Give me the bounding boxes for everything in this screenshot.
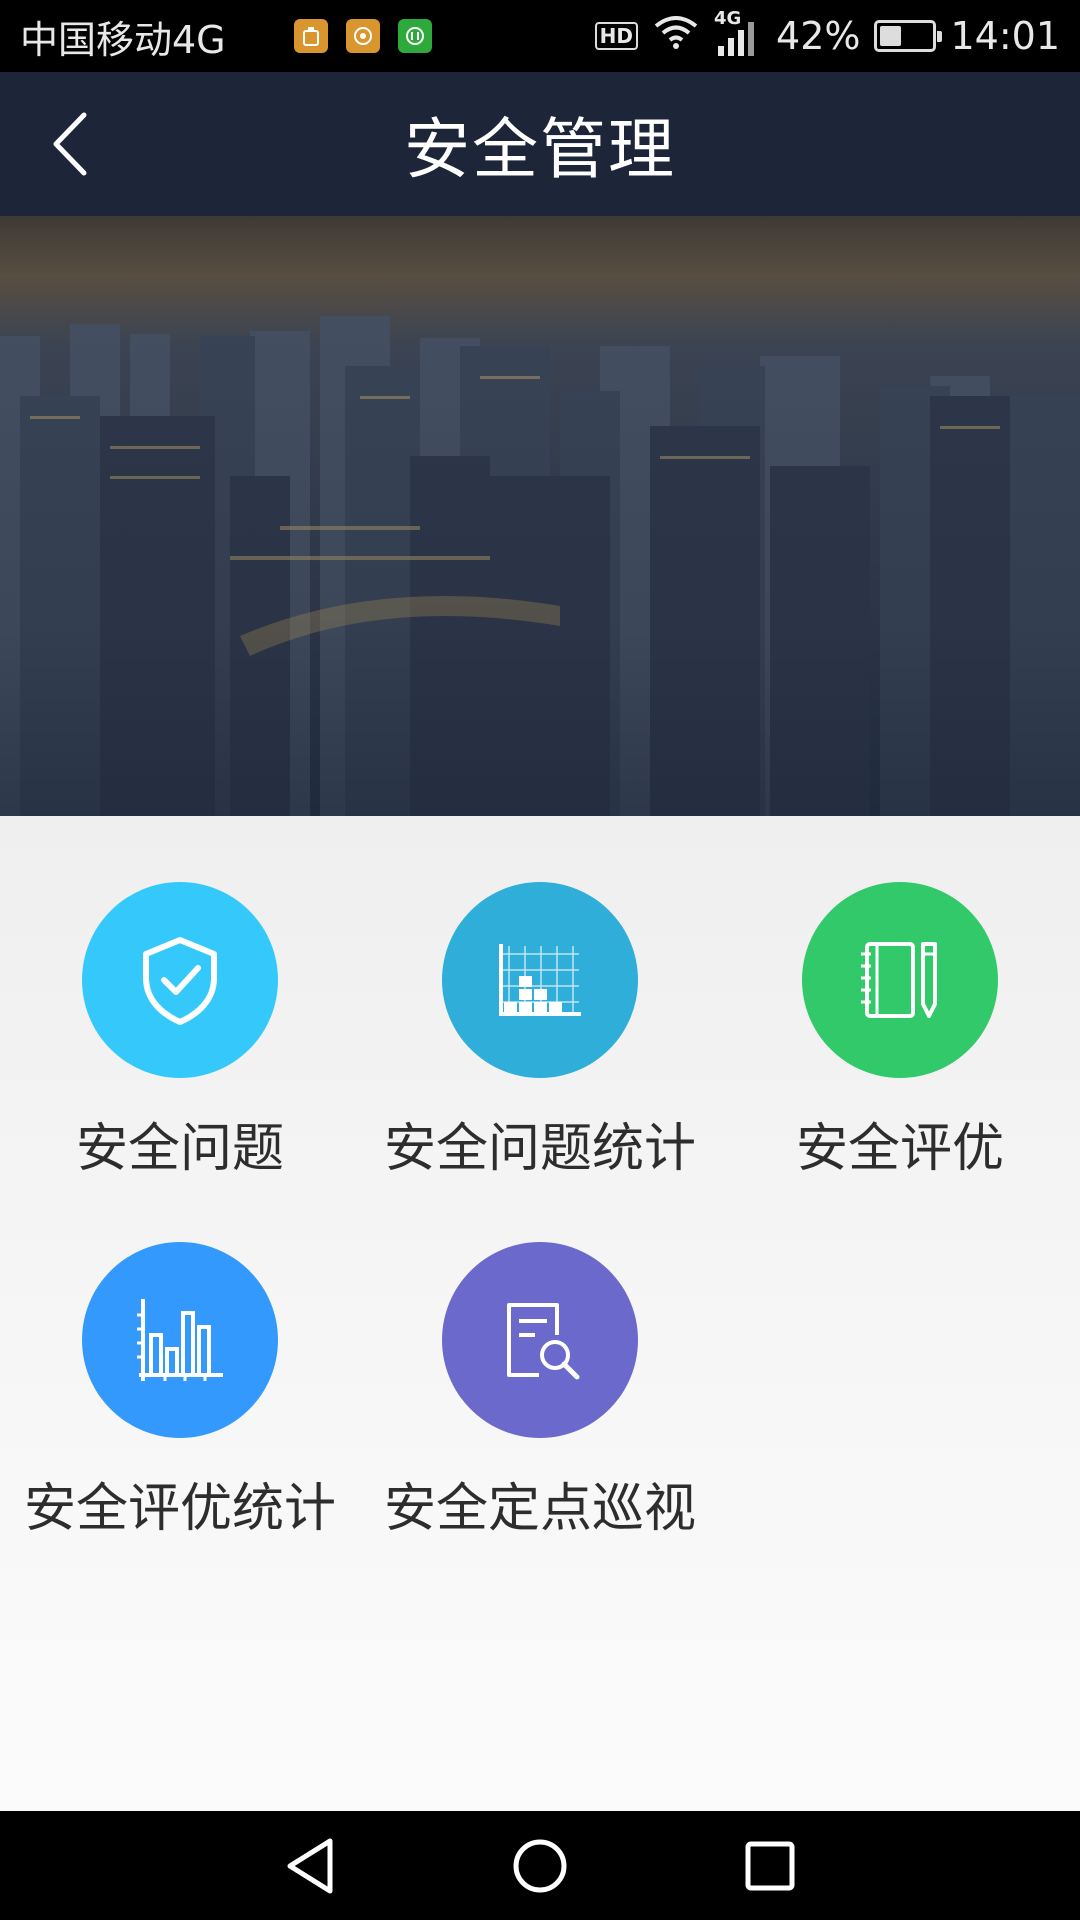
status-indicators: HD 4G 42% 14:01	[594, 8, 1060, 59]
menu-item-safety-issue-stats[interactable]: 安全问题统计	[360, 816, 720, 1179]
notebook-pen-icon	[861, 942, 937, 1018]
notification-app-icon	[345, 19, 380, 53]
menu-item-safety-patrol[interactable]: 安全定点巡视	[360, 1176, 720, 1539]
wifi-icon	[652, 14, 700, 59]
circle-home-icon	[513, 1839, 567, 1892]
signal-icon: 4G	[714, 8, 762, 58]
back-arrow-icon	[53, 112, 87, 176]
safety-evaluation-stats-icon-circle	[82, 1242, 278, 1438]
menu-item-safety-evaluation[interactable]: 安全评优	[720, 816, 1080, 1179]
safety-evaluation-label: 安全评优	[795, 1119, 1004, 1179]
status-bar: 中国移动4G HD 4G 42% 14:01	[0, 0, 1080, 72]
notification-app-icon	[397, 19, 432, 53]
safety-issues-label: 安全问题	[75, 1119, 284, 1179]
menu-item-safety-issues[interactable]: 安全问题	[0, 816, 360, 1179]
stacked-chart-icon	[499, 944, 581, 1016]
battery-percent: 42%	[776, 14, 861, 58]
carrier-label: 中国移动4G	[20, 17, 226, 62]
triangle-back-icon	[287, 1838, 333, 1893]
notification-app-icon	[293, 19, 328, 53]
bar-chart-icon	[137, 1299, 223, 1381]
nav-recents-button[interactable]	[730, 1826, 810, 1906]
safety-issue-stats-label: 安全问题统计	[383, 1119, 696, 1179]
safety-issue-stats-icon-circle	[442, 882, 638, 1078]
nav-back-button[interactable]	[270, 1826, 350, 1906]
safety-issues-icon-circle	[82, 882, 278, 1078]
safety-patrol-label: 安全定点巡视	[383, 1479, 696, 1539]
shield-check-icon	[143, 937, 217, 1025]
banner-image	[0, 216, 1080, 816]
hd-voice-icon: HD	[594, 22, 639, 50]
safety-patrol-icon-circle	[442, 1242, 638, 1438]
nav-home-button[interactable]	[500, 1826, 580, 1906]
document-search-icon	[507, 1303, 580, 1380]
system-nav-bar	[0, 1811, 1080, 1920]
clock: 14:01	[950, 14, 1060, 58]
battery-icon	[874, 20, 943, 52]
menu-grid: 安全问题 安全问题统计 安全评优 安全评优统计 安全定点巡视	[0, 816, 1080, 1811]
battery-level	[880, 26, 902, 46]
menu-item-safety-evaluation-stats[interactable]: 安全评优统计	[0, 1176, 360, 1539]
safety-evaluation-icon-circle	[802, 882, 998, 1078]
safety-evaluation-stats-label: 安全评优统计	[23, 1479, 336, 1539]
square-recents-icon	[745, 1841, 795, 1890]
page-title: 安全管理	[404, 111, 676, 188]
back-button[interactable]	[30, 102, 110, 186]
app-header: 安全管理	[0, 72, 1080, 216]
notification-icons	[293, 19, 432, 53]
